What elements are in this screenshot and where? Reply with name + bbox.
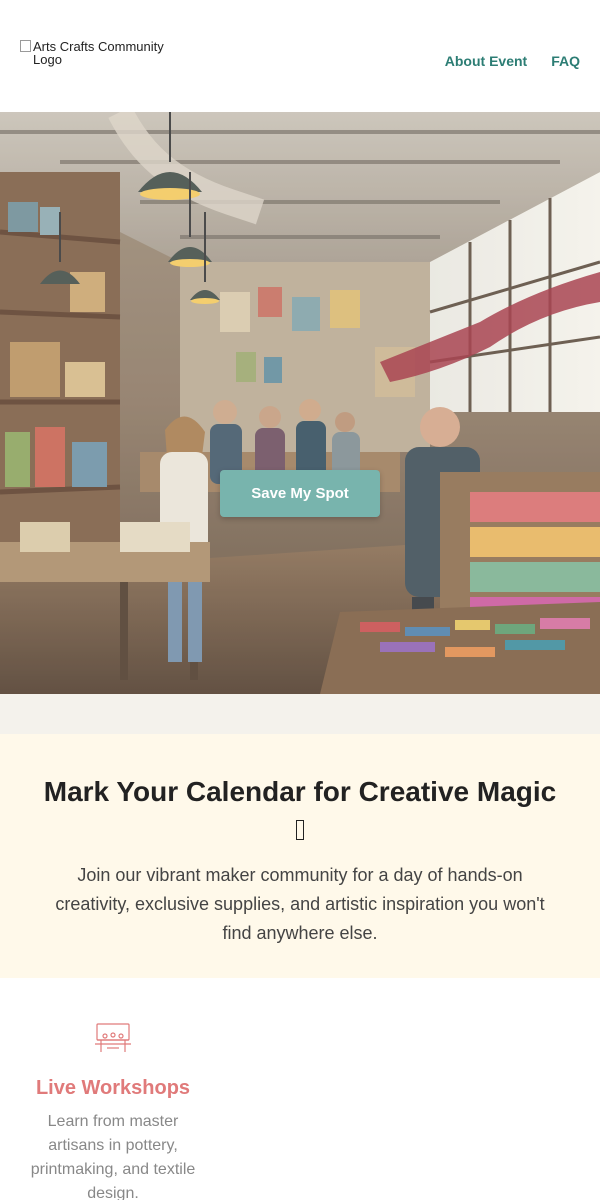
site-header: Arts Crafts Community Logo About Event F… [0, 0, 600, 112]
logo-alt-text: Arts Crafts Community Logo [33, 39, 164, 67]
hero-overlay [0, 112, 600, 694]
nav-link-about-event[interactable]: About Event [445, 53, 527, 69]
calendar-title: Mark Your Calendar for Creative Magic [43, 776, 557, 807]
feature-card-live-workshops: Live Workshops Learn from master artisan… [20, 1018, 206, 1200]
broken-image-icon [20, 40, 31, 52]
missing-glyph-icon [296, 819, 304, 840]
nav-link-faq[interactable]: FAQ [551, 53, 580, 69]
features-section: Live Workshops Learn from master artisan… [0, 978, 600, 1200]
feature-description: Learn from master artisans in pottery, p… [30, 1113, 196, 1200]
calendar-section: Mark Your Calendar for Creative Magic Jo… [0, 734, 600, 978]
hero-section: Save My Spot [0, 112, 600, 694]
feature-title: Live Workshops [35, 1077, 191, 1099]
save-my-spot-button[interactable]: Save My Spot [220, 470, 380, 517]
section-divider [0, 694, 600, 734]
calendar-heading: Mark Your Calendar for Creative Magic [0, 774, 600, 846]
main-nav: About Event FAQ [445, 53, 580, 69]
workshop-table-icon [95, 1023, 131, 1052]
calendar-description: Join our vibrant maker community for a d… [55, 865, 545, 943]
logo[interactable]: Arts Crafts Community Logo [20, 40, 180, 66]
